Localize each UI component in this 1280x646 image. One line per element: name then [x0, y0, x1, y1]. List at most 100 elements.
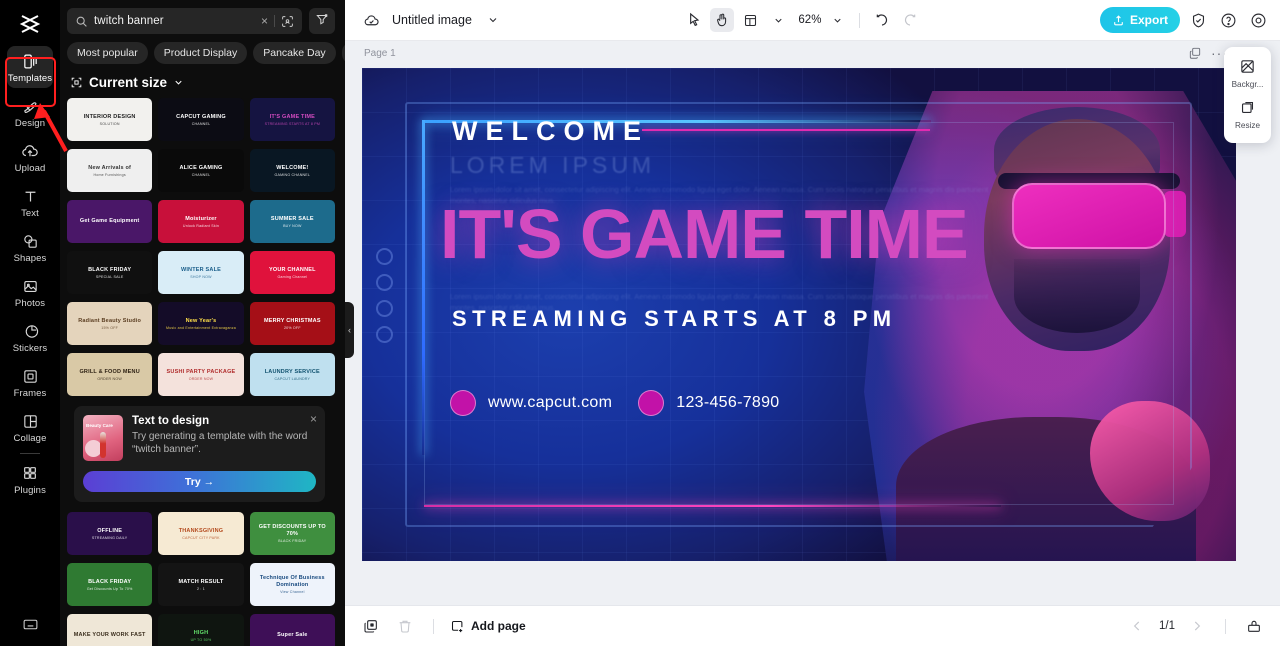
template-card[interactable]: Technique Of Business Domination View Cha… — [249, 563, 335, 606]
template-card-title: New Year's — [185, 317, 217, 324]
plugins-icon — [20, 463, 40, 483]
settings-icon[interactable] — [1246, 8, 1270, 32]
sidebar-item-text[interactable]: Text — [7, 181, 53, 223]
filter-button[interactable] — [309, 8, 335, 34]
template-card[interactable]: MERRY CHRISTMAS 20% OFF — [249, 302, 335, 345]
duplicate-icon[interactable] — [359, 614, 383, 638]
template-card-subtitle: 20% OFF — [283, 325, 301, 330]
template-card[interactable]: IT'S GAME TIME STREAMING STARTS AT 8 PM — [249, 98, 335, 141]
template-card[interactable]: WINTER SALE SHOP NOW — [158, 251, 244, 294]
template-card[interactable]: YOUR CHANNEL Gaming Channel — [249, 251, 335, 294]
search-input[interactable]: twitch banner × — [67, 8, 302, 34]
current-size-icon — [70, 76, 83, 89]
visual-search-icon[interactable] — [281, 15, 294, 28]
sidebar-item-label: Stickers — [12, 343, 48, 354]
template-card[interactable]: CAPCUT GAMING CHANNEL — [158, 98, 244, 141]
undo-icon[interactable] — [870, 8, 894, 32]
layout-chevron-icon[interactable] — [766, 8, 790, 32]
template-card[interactable]: INTERIOR DESIGN SOLUTION — [67, 98, 153, 141]
layers-panel-icon[interactable] — [1242, 614, 1266, 638]
try-button[interactable]: Try → — [83, 471, 316, 492]
sidebar-item-frames[interactable]: Frames — [7, 361, 53, 403]
template-card[interactable]: New Arrivals of Home Furnishings — [67, 149, 153, 192]
template-card-title: LAUNDRY SERVICE — [264, 368, 320, 375]
design-canvas[interactable]: LOREM IPSUM Lorem ipsum dolor sit amet, … — [362, 68, 1236, 561]
template-card[interactable]: Super Sale — [249, 614, 335, 646]
toolbar-separator — [859, 12, 861, 28]
template-card-title: YOUR CHANNEL — [268, 266, 316, 273]
background-menu-item[interactable]: Backgr... — [1224, 53, 1271, 94]
chevron-left-icon[interactable] — [1125, 614, 1149, 638]
template-card[interactable]: MATCH RESULT 2 : 1 — [158, 563, 244, 606]
template-card[interactable]: WELCOME! GAMING CHANNEL — [249, 149, 335, 192]
cursor-tool[interactable] — [682, 8, 706, 32]
export-button[interactable]: Export — [1099, 7, 1180, 33]
banner-subheadline[interactable]: STREAMING STARTS AT 8 PM — [452, 306, 897, 332]
chevron-down-icon[interactable] — [481, 8, 505, 32]
shield-icon[interactable] — [1186, 8, 1210, 32]
chevron-right-icon[interactable] — [1185, 614, 1209, 638]
collapse-chevron-icon: ‹ — [348, 324, 351, 335]
banner-website[interactable]: www.capcut.com — [450, 390, 612, 416]
chip-product-display[interactable]: Product Display — [153, 42, 248, 64]
chip-pancake-day[interactable]: Pancake Day — [253, 42, 336, 64]
layout-tool[interactable] — [738, 8, 762, 32]
template-card-title: CAPCUT GAMING — [176, 113, 226, 120]
template-card[interactable]: BLACK FRIDAY SPECIAL SALE — [67, 251, 153, 294]
sidebar-item-templates[interactable]: Templates — [7, 46, 53, 88]
templates-grid-lower: OFFLINE STREAMING DAILY THANKSGIVING CAPCUT… — [67, 512, 335, 646]
template-card[interactable]: Moisturizer Unlock Radiant Skin — [158, 200, 244, 243]
banner-phone[interactable]: 123-456-7890 — [638, 390, 779, 416]
canvas-area[interactable]: Page 1 ··· LOREM IPSUM Lorem ipsum dolor… — [345, 41, 1280, 605]
templates-scroll-area[interactable]: INTERIOR DESIGN SOLUTION CAPCUT GAMING CHAN… — [60, 98, 345, 646]
help-icon[interactable] — [1216, 8, 1240, 32]
redo-icon[interactable] — [898, 8, 922, 32]
chevron-down-icon — [173, 77, 184, 88]
template-card-subtitle: ORDER NOW — [188, 376, 214, 381]
resize-menu-item[interactable]: Resize — [1224, 94, 1271, 135]
template-card[interactable]: SUSHI PARTY PACKAGE ORDER NOW — [158, 353, 244, 396]
cloud-save-icon[interactable] — [359, 8, 383, 32]
current-size-dropdown[interactable]: Current size — [60, 72, 345, 98]
sidebar-item-plugins[interactable]: Plugins — [7, 458, 53, 500]
template-card-subtitle: CHANNEL — [191, 172, 211, 177]
chip-most-popular[interactable]: Most popular — [67, 42, 148, 64]
sidebar-item-collage[interactable]: Collage — [7, 406, 53, 448]
template-card[interactable]: ALICE GAMING CHANNEL — [158, 149, 244, 192]
template-card[interactable]: MAKE YOUR WORK FAST — [67, 614, 153, 646]
sidebar-item-stickers[interactable]: Stickers — [7, 316, 53, 358]
template-card[interactable]: Radiant Beauty Studio 15% OFF — [67, 302, 153, 345]
template-card[interactable]: HIGH UP TO 50% — [158, 614, 244, 646]
zoom-chevron-icon[interactable] — [825, 8, 849, 32]
template-card[interactable]: LAUNDRY SERVICE CAPCUT LAUNDRY — [249, 353, 335, 396]
text-icon — [20, 186, 40, 206]
capcut-logo[interactable] — [10, 6, 50, 42]
sidebar-item-shapes[interactable]: Shapes — [7, 226, 53, 268]
banner-welcome-text[interactable]: WELCOME — [452, 116, 649, 147]
template-card[interactable]: BLACK FRIDAY Get Discounts Up To 70% — [67, 563, 153, 606]
clear-search-icon[interactable]: × — [261, 15, 268, 27]
bottom-separator — [433, 618, 434, 634]
sidebar-item-upload[interactable]: Upload — [7, 136, 53, 178]
template-card[interactable]: THANKSGIVING CAPCUT CITY PARK — [158, 512, 244, 555]
banner-headline[interactable]: IT'S GAME TIME — [440, 194, 969, 274]
document-title[interactable]: Untitled image — [392, 13, 472, 27]
template-card[interactable]: GRILL & FOOD MENU ORDER NOW — [67, 353, 153, 396]
hand-tool[interactable] — [710, 8, 735, 32]
keyboard-shortcuts-icon[interactable] — [20, 614, 40, 634]
template-card[interactable]: Get Game Equipment — [67, 200, 153, 243]
collapse-panel-handle[interactable]: ‹ — [345, 302, 354, 358]
duplicate-page-icon[interactable] — [1188, 46, 1202, 60]
sidebar-item-design[interactable]: Design — [7, 91, 53, 133]
template-card[interactable]: GET DISCOUNTS UP TO 70% BLACK FRIDAY — [249, 512, 335, 555]
template-card-title: BLACK FRIDAY — [88, 578, 132, 585]
template-card[interactable]: New Year's Music and Entertainment Extrav… — [158, 302, 244, 345]
close-icon[interactable]: × — [310, 413, 317, 425]
toolbar-right: Export — [1099, 7, 1270, 33]
add-page-button[interactable]: Add page — [450, 619, 526, 634]
sidebar-item-photos[interactable]: Photos — [7, 271, 53, 313]
upload-icon — [20, 141, 40, 161]
trash-icon[interactable] — [393, 614, 417, 638]
template-card[interactable]: SUMMER SALE BUY NOW — [249, 200, 335, 243]
template-card[interactable]: OFFLINE STREAMING DAILY — [67, 512, 153, 555]
